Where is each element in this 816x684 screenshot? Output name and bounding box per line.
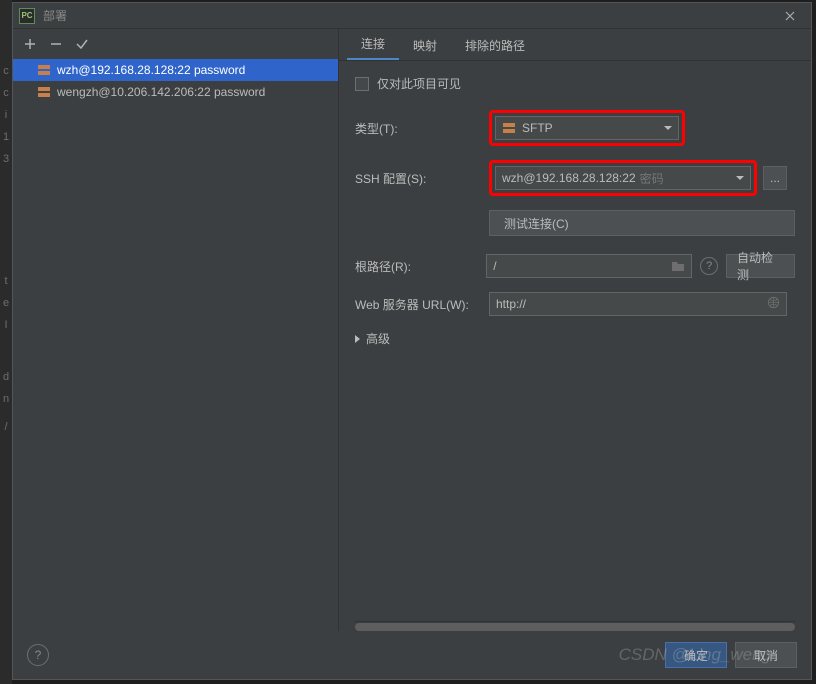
test-connection-button[interactable]: 测试连接(C) [489,210,795,236]
editor-gutter: cci13 teI dn/ [0,0,12,684]
ssh-suffix: 密码 [640,170,664,187]
server-icon [37,64,51,76]
titlebar: PC 部署 [13,3,811,29]
ssh-config-dropdown[interactable]: wzh@192.168.28.128:22 密码 [495,166,751,190]
type-value: SFTP [522,121,553,135]
web-url-input[interactable]: http:// [489,292,787,316]
cancel-button[interactable]: 取消 [735,642,797,668]
dialog-footer: ? 确定 取消 [13,631,811,679]
server-list: wzh@192.168.28.128:22 password wengzh@10… [13,59,338,631]
help-icon[interactable]: ? [700,257,718,275]
dialog-title: 部署 [43,7,67,24]
root-path-value: / [493,259,496,273]
root-path-input[interactable]: / [486,254,692,278]
connection-form: 仅对此项目可见 类型(T): SFTP [339,61,811,621]
deployment-dialog: PC 部署 [12,2,812,680]
ssh-highlight: wzh@192.168.28.128:22 密码 [489,160,757,196]
server-icon [37,86,51,98]
server-item[interactable]: wzh@192.168.28.128:22 password [13,59,338,81]
ssh-browse-button[interactable]: ... [763,166,787,190]
remove-button[interactable] [45,33,67,55]
close-button[interactable] [775,5,805,27]
chevron-down-icon [664,126,672,130]
auto-detect-button[interactable]: 自动检测 [726,254,795,278]
add-button[interactable] [19,33,41,55]
server-list-pane: wzh@192.168.28.128:22 password wengzh@10… [13,29,339,631]
server-icon [502,122,516,134]
url-value: http:// [496,297,526,311]
visible-only-label: 仅对此项目可见 [377,75,461,92]
tabs: 连接 映射 排除的路径 [339,29,811,61]
type-dropdown[interactable]: SFTP [495,116,679,140]
root-path-label: 根路径(R): [355,258,486,275]
type-highlight: SFTP [489,110,685,146]
tab-excluded[interactable]: 排除的路径 [451,31,539,60]
advanced-section[interactable]: 高级 [355,330,795,347]
ssh-value: wzh@192.168.28.128:22 [502,171,636,185]
type-label: 类型(T): [355,120,489,137]
ssh-label: SSH 配置(S): [355,170,489,187]
server-toolbar [13,29,338,59]
folder-icon[interactable] [671,260,685,272]
server-label: wengzh@10.206.142.206:22 password [57,85,265,99]
settings-pane: 连接 映射 排除的路径 仅对此项目可见 类型(T): [339,29,811,631]
footer-help-button[interactable]: ? [27,644,49,666]
ok-button[interactable]: 确定 [665,642,727,668]
app-icon: PC [19,8,35,24]
url-label: Web 服务器 URL(W): [355,296,489,313]
advanced-label: 高级 [366,330,390,347]
tab-mapping[interactable]: 映射 [399,31,451,60]
tab-connection[interactable]: 连接 [347,29,399,60]
chevron-down-icon [736,176,744,180]
visible-only-checkbox[interactable] [355,77,369,91]
horizontal-scrollbar[interactable] [355,621,795,631]
apply-button[interactable] [71,33,93,55]
globe-icon[interactable] [767,296,780,312]
chevron-right-icon [355,335,360,343]
server-label: wzh@192.168.28.128:22 password [57,63,245,77]
scrollbar-thumb[interactable] [355,623,795,631]
server-item[interactable]: wengzh@10.206.142.206:22 password [13,81,338,103]
